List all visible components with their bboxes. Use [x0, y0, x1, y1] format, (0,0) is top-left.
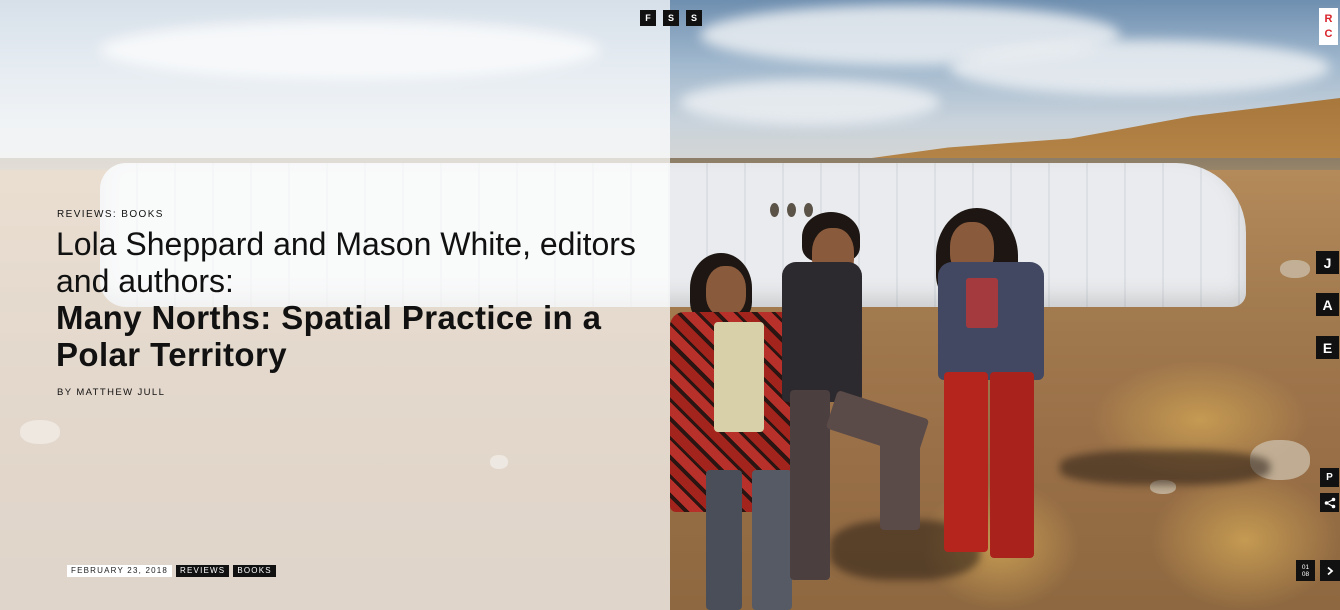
porthole: [787, 203, 796, 217]
tag-reviews[interactable]: REVIEWS: [176, 565, 230, 577]
gallery-total: 08: [1301, 570, 1310, 578]
next-slide-button[interactable]: [1320, 560, 1340, 581]
facebook-icon[interactable]: F: [640, 10, 656, 26]
cloud: [680, 80, 940, 125]
article-kicker: Lola Sheppard and Mason White, editors a…: [56, 226, 636, 299]
logo-letter: C: [1324, 27, 1333, 40]
rock: [1280, 260, 1310, 278]
tag-books[interactable]: BOOKS: [233, 565, 276, 577]
gallery-current: 01: [1301, 563, 1310, 571]
side-nav-item-j[interactable]: J: [1316, 251, 1339, 274]
article-byline[interactable]: BY MATTHEW JULL: [57, 387, 165, 398]
side-nav-item-e[interactable]: E: [1316, 336, 1339, 359]
share-button[interactable]: S: [663, 10, 679, 26]
grass: [1150, 470, 1340, 610]
print-button[interactable]: P: [1320, 468, 1339, 487]
shadow: [1060, 450, 1270, 485]
share-icon[interactable]: [1320, 493, 1339, 512]
porthole: [770, 203, 779, 217]
cloud: [950, 40, 1330, 95]
logo-letter: R: [1324, 12, 1333, 25]
publish-date: FEBRUARY 23, 2018: [67, 565, 173, 577]
share-bar: F S S: [640, 10, 702, 26]
article-meta: FEBRUARY 23, 2018 REVIEWS BOOKS: [67, 565, 276, 577]
side-nav-item-a[interactable]: A: [1316, 293, 1339, 316]
porthole: [804, 203, 813, 217]
site-logo[interactable]: R C: [1319, 8, 1338, 45]
gallery-counter: 01 08: [1296, 560, 1315, 581]
share-button[interactable]: S: [686, 10, 702, 26]
share-glyph: [1324, 497, 1335, 508]
chevron-right-icon: [1327, 566, 1334, 575]
article-category[interactable]: REVIEWS: BOOKS: [57, 209, 164, 220]
article-title: Many Norths: Spatial Practice in a Polar…: [56, 299, 602, 373]
